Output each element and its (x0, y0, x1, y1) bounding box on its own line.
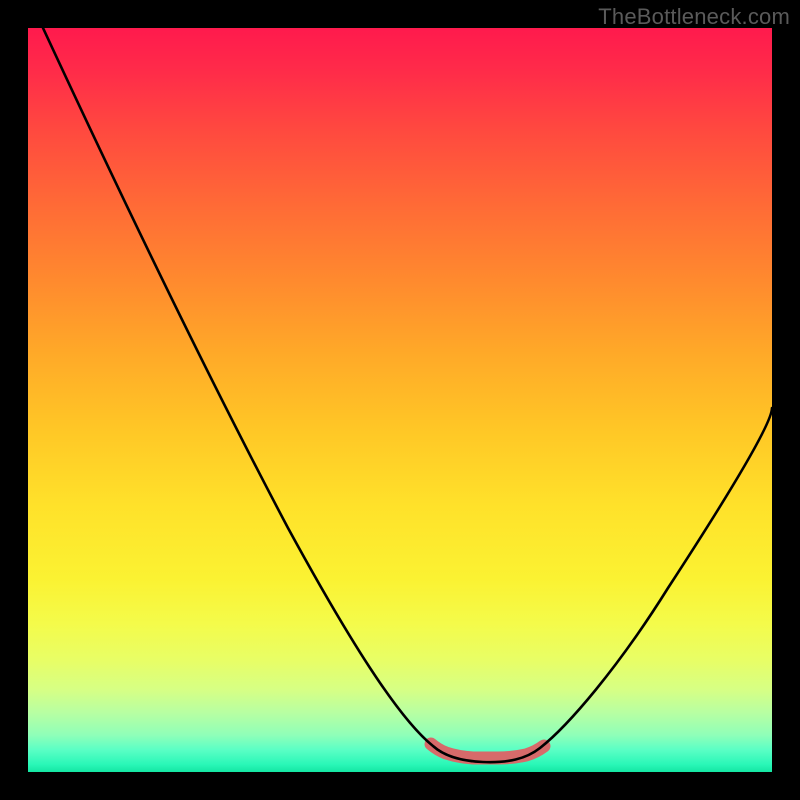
watermark-text: TheBottleneck.com (598, 4, 790, 30)
bottleneck-curve-path (43, 28, 772, 762)
plot-area (28, 28, 772, 772)
chart-frame: TheBottleneck.com (0, 0, 800, 800)
curve-layer (28, 28, 772, 772)
